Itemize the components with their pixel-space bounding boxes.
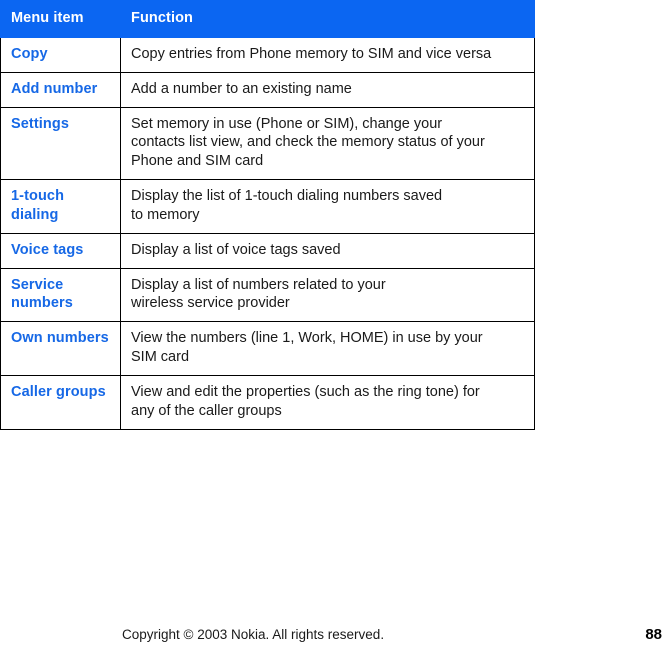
copyright-notice: Copyright © 2003 Nokia. All rights reser… xyxy=(122,627,385,642)
table-row: Add number Add a number to an existing na… xyxy=(0,71,535,108)
table-header: Menu item Function xyxy=(0,0,535,38)
menu-item-cell: Voice tags xyxy=(0,232,121,269)
page-footer: Copyright © 2003 Nokia. All rights reser… xyxy=(0,626,670,649)
table-row: Caller groups View and edit the propertie… xyxy=(0,374,535,430)
menu-item-cell: Copy xyxy=(0,36,121,73)
function-description-line: View and edit the properties (such as th… xyxy=(131,383,480,400)
menu-items-table-container: Menu item Function Copy Copy entries from… xyxy=(0,0,535,430)
table-row: Settings Set memory in use (Phone or SIM)… xyxy=(0,106,535,181)
function-description-line: SIM card xyxy=(131,349,190,366)
table-row: Own numbers View the numbers (line 1, Wor… xyxy=(0,321,535,376)
menu-item-cell: Caller groups xyxy=(0,374,121,430)
table-row: Copy Copy entries from Phone memory to SI… xyxy=(0,36,535,73)
menu-items-table: Menu item Function Copy Copy entries from… xyxy=(0,0,535,430)
function-description-line: wireless service provider xyxy=(131,295,290,312)
menu-item-cell: Service numbers xyxy=(0,267,121,323)
function-description-line: Display a list of voice tags saved xyxy=(131,241,341,258)
function-description-cell: View and edit the properties (such as th… xyxy=(120,374,535,430)
table-body: Copy Copy entries from Phone memory to SI… xyxy=(0,36,535,430)
table-row: Service numbers Display a list of numbers… xyxy=(0,267,535,323)
function-description-line: Copy entries from Phone memory to SIM an… xyxy=(131,45,492,62)
menu-item-cell: 1-touch dialing xyxy=(0,179,121,234)
function-description-line: Display a list of numbers related to you… xyxy=(131,276,386,293)
function-description-line: Set memory in use (Phone or SIM), change… xyxy=(131,115,443,132)
function-description-line: contacts list view, and check the memory… xyxy=(131,134,485,151)
function-description-line: View the numbers (line 1, Work, HOME) in… xyxy=(131,330,483,347)
table-row: 1-touch dialing Display the list of 1-tou… xyxy=(0,179,535,234)
function-description-cell: Display a list of numbers related to you… xyxy=(120,267,535,323)
page-number: 88 xyxy=(645,626,662,643)
function-description-cell: Set memory in use (Phone or SIM), change… xyxy=(120,106,535,181)
menu-item-cell: Own numbers xyxy=(0,321,121,376)
column-header-function: Function xyxy=(120,0,535,38)
function-description-line: any of the caller groups xyxy=(131,402,282,419)
function-description-cell: Add a number to an existing name xyxy=(120,71,535,108)
function-description-line: Phone and SIM card xyxy=(131,153,264,170)
function-description-cell: Copy entries from Phone memory to SIM an… xyxy=(120,36,535,73)
function-description-line: Add a number to an existing name xyxy=(131,80,352,97)
function-description-line: Display the list of 1-touch dialing numb… xyxy=(131,188,443,205)
function-description-cell: Display the list of 1-touch dialing numb… xyxy=(120,179,535,234)
menu-item-cell: Settings xyxy=(0,106,121,181)
column-header-menu-item: Menu item xyxy=(0,0,121,38)
table-header-row: Menu item Function xyxy=(0,0,535,38)
function-description-cell: Display a list of voice tags saved xyxy=(120,232,535,269)
function-description-line: to memory xyxy=(131,206,200,223)
function-description-cell: View the numbers (line 1, Work, HOME) in… xyxy=(120,321,535,376)
menu-item-cell: Add number xyxy=(0,71,121,108)
table-row: Voice tags Display a list of voice tags s… xyxy=(0,232,535,269)
